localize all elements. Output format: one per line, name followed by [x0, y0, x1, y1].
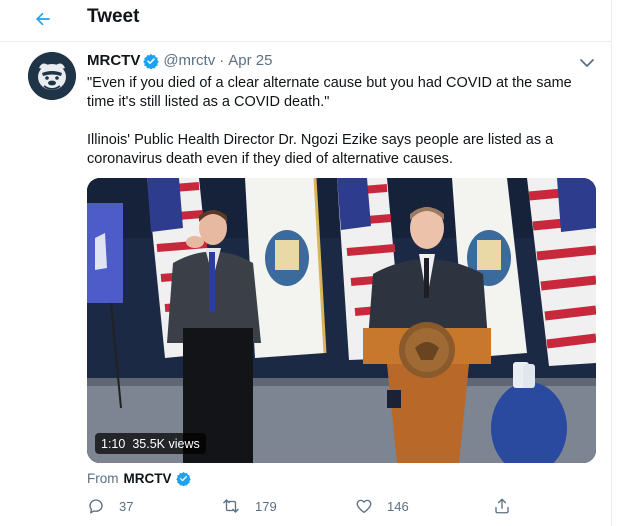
author-handle[interactable]: @mrctv: [163, 52, 215, 69]
back-button[interactable]: [28, 4, 58, 34]
video-view-count: 35.5K views: [132, 436, 200, 451]
bulldog-logo: [28, 52, 76, 100]
chevron-down-icon: [580, 59, 594, 67]
share-icon: [495, 498, 509, 514]
retweet-button[interactable]: 179: [221, 497, 277, 515]
like-count: 146: [387, 498, 409, 514]
author-name[interactable]: MRCTV: [87, 52, 140, 69]
from-label: From: [87, 471, 119, 486]
verified-icon: [175, 471, 191, 486]
retweet-icon: [223, 499, 239, 513]
reply-icon: [89, 499, 103, 514]
video-player[interactable]: 1:10 35.5K views: [87, 178, 596, 463]
tweet-text: "Even if you died of a clear alternate c…: [87, 74, 597, 169]
page-title: Tweet: [87, 6, 140, 27]
tweet-detail-panel: Tweet MRCTV @mrctv · Apr 25 "Even if you…: [0, 0, 612, 526]
tweet-text-quote: "Even if you died of a clear alternate c…: [87, 75, 572, 110]
video-thumbnail: [87, 178, 596, 463]
share-button[interactable]: [493, 497, 511, 515]
reply-count: 37: [119, 498, 134, 514]
source-name-link[interactable]: MRCTV: [124, 471, 172, 486]
video-stats-badge: 1:10 35.5K views: [95, 433, 206, 454]
back-arrow-icon: [36, 12, 50, 26]
reply-button[interactable]: 37: [87, 497, 133, 515]
retweet-count: 179: [255, 498, 277, 514]
like-icon: [356, 499, 372, 514]
tweet-date[interactable]: Apr 25: [228, 52, 272, 69]
source-attribution: From MRCTV: [87, 471, 191, 486]
video-duration: 1:10: [101, 436, 126, 451]
tweet-text-body: Illinois' Public Health Director Dr. Ngo…: [87, 132, 554, 167]
like-button[interactable]: 146: [355, 497, 409, 515]
separator-dot: ·: [219, 52, 225, 69]
tweet-actions: 37 179 146: [87, 497, 512, 521]
avatar[interactable]: [28, 52, 76, 100]
verified-icon: [143, 53, 160, 69]
author-row: MRCTV @mrctv · Apr 25: [87, 52, 272, 69]
header-bar: Tweet: [0, 0, 612, 42]
more-options-button[interactable]: [578, 56, 596, 70]
